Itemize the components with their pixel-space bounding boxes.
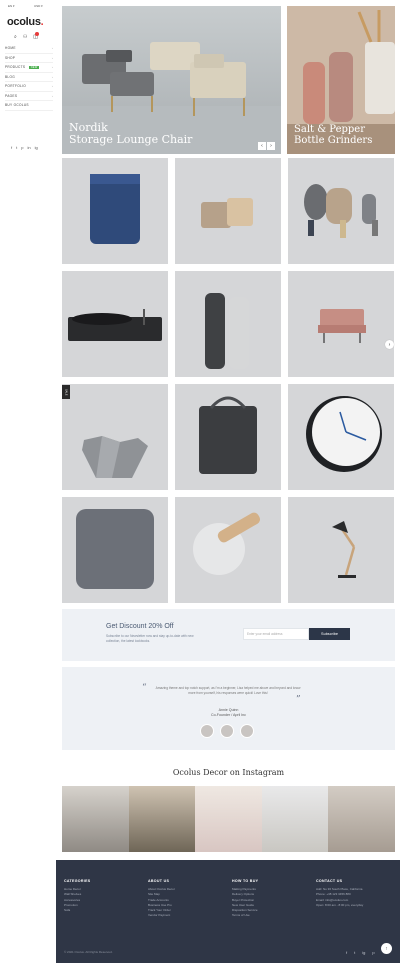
menu-item-products[interactable]: Products NEW › [5, 63, 53, 73]
linkedin-icon[interactable]: in [27, 145, 30, 150]
bag-image [199, 396, 257, 474]
footer-col-about: ABOUT US About Ocolus Decor Site Map Tra… [148, 879, 175, 918]
next-arrow-icon[interactable]: › [267, 142, 275, 150]
instagram-icon[interactable]: ig [362, 950, 365, 955]
newsletter-subtitle: Subscribe to our Newsletter now and stay… [106, 634, 194, 643]
grinders-dark-image [205, 293, 249, 369]
testimonial-section: “ Amazing theme and top notch support, a… [62, 667, 395, 750]
footer-col-categories: CATEGORIES Home Decor Wall Shelves Acces… [64, 879, 91, 913]
logo[interactable]: ocolus. [7, 16, 44, 28]
header-icons: ⌕ ⚇ ◫ [14, 32, 40, 40]
footer-link[interactable]: Sofa [64, 908, 91, 913]
hook-image [193, 512, 261, 575]
newsletter-title: Get Discount 20% Off [106, 623, 174, 630]
cart-icon[interactable]: ◫ [33, 32, 40, 40]
instagram-photo[interactable] [328, 786, 395, 852]
language-selector[interactable]: EN ▾ [8, 4, 15, 8]
turntable-image [68, 309, 162, 341]
quote-close-icon: ” [296, 695, 301, 705]
product-tile-grinders[interactable] [175, 271, 281, 377]
copyright: © 2021 Ocolus. All Rights Reserved. [64, 950, 113, 954]
cart-badge [35, 32, 40, 36]
avatar[interactable] [200, 724, 214, 738]
currency-selector[interactable]: USD ▾ [34, 4, 43, 8]
avatar[interactable] [220, 724, 234, 738]
hero-banner-lounge-chair[interactable]: Nordik Storage Lounge Chair ‹ › [62, 6, 281, 154]
footer-link[interactable]: Terms of Use [232, 913, 258, 918]
instagram-photo[interactable] [195, 786, 262, 852]
footer-col-how-to-buy: HOW TO BUY Making Payments Delivery Opti… [232, 879, 259, 918]
twitter-icon[interactable]: t [354, 950, 355, 955]
menu-item-portfolio[interactable]: Portfolio › [5, 82, 53, 92]
main-menu: Home › Shop › Products NEW › Blog › Portfolio… [5, 44, 53, 111]
instagram-icon[interactable]: ig [35, 145, 38, 150]
bench-image [318, 309, 366, 343]
search-icon[interactable]: ⌕ [14, 34, 17, 40]
email-input[interactable]: Enter your email address [243, 628, 309, 640]
sidebar: EN ▾ USD ▾ ocolus. ⌕ ⚇ ◫ Home › Shop › Pro… [0, 0, 56, 860]
user-icon[interactable]: ⚇ [23, 34, 27, 40]
quote-open-icon: “ [142, 683, 147, 693]
instagram-gallery [62, 786, 395, 852]
lamp-image [332, 521, 356, 578]
product-tile-turntable[interactable] [62, 271, 168, 377]
basket-image [90, 174, 140, 244]
instagram-photo[interactable] [261, 786, 329, 852]
product-grid: SALE [62, 158, 395, 603]
product-tile-lamp[interactable] [288, 497, 394, 603]
menu-item-home[interactable]: Home › [5, 44, 53, 54]
twitter-icon[interactable]: t [16, 145, 17, 150]
mirrors-image [304, 184, 378, 238]
testimonial-author: Annie Quinn Co-Founder / April Inc [211, 708, 246, 717]
hero-title-right: Salt & Pepper Bottle Grinders [294, 124, 373, 146]
testimonial-text: Amazing theme and top notch support, as … [155, 686, 301, 695]
hero-title-left: Nordik Storage Lounge Chair [69, 121, 193, 146]
pinterest-icon[interactable]: p [372, 950, 374, 955]
clock-image [306, 396, 382, 472]
menu-item-buy[interactable]: Buy Ocolus [5, 101, 53, 111]
product-tile-basket[interactable] [62, 158, 168, 264]
instagram-photo[interactable] [62, 786, 129, 852]
facebook-icon[interactable]: f [346, 950, 347, 955]
instagram-title: Ocolus Decor on Instagram [172, 768, 285, 777]
instagram-photo[interactable] [128, 786, 196, 852]
footer-social: f t ig p [346, 950, 375, 955]
product-tile-hook[interactable] [175, 497, 281, 603]
avatar[interactable] [240, 724, 254, 738]
origami-vase-image [82, 436, 148, 478]
prev-arrow-icon[interactable]: ‹ [258, 142, 266, 150]
cushion-image [76, 509, 154, 589]
pinterest-icon[interactable]: p [21, 145, 23, 150]
product-tile-boxes[interactable] [175, 158, 281, 264]
menu-item-shop[interactable]: Shop › [5, 54, 53, 63]
main-content: Nordik Storage Lounge Chair ‹ › Salt & Pe… [62, 6, 395, 603]
product-tile-bag[interactable] [175, 384, 281, 490]
product-tile-origami-vase[interactable]: SALE [62, 384, 168, 490]
product-tile-mirrors[interactable] [288, 158, 394, 264]
product-tile-cushion[interactable] [62, 497, 168, 603]
menu-item-pages[interactable]: Pages › [5, 92, 53, 101]
new-badge: NEW [29, 66, 40, 70]
product-tile-bench[interactable] [288, 271, 394, 377]
hero-banner-grinders[interactable]: Salt & Pepper Bottle Grinders [287, 6, 395, 154]
newsletter-section: Get Discount 20% Off Subscribe to our Ne… [62, 609, 395, 661]
sale-tag: SALE [62, 385, 70, 399]
footer-col-contact: CONTACT US Add: No 36 South Place, Calif… [316, 879, 364, 907]
hero-banners: Nordik Storage Lounge Chair ‹ › Salt & Pe… [62, 6, 395, 154]
sidebar-social: f t p in ig [11, 145, 38, 150]
hero-arrows: ‹ › [258, 142, 275, 150]
footer: CATEGORIES Home Decor Wall Shelves Acces… [56, 860, 400, 963]
boxes-image [201, 198, 253, 228]
back-to-top-button[interactable]: ↑ [381, 943, 392, 954]
footer-link[interactable]: Vendor Payment [148, 913, 175, 918]
facebook-icon[interactable]: f [11, 145, 12, 150]
slide-next-button[interactable]: › [385, 340, 394, 349]
testimonial-avatars [200, 724, 254, 738]
subscribe-button[interactable]: Subscribe [309, 628, 350, 640]
product-tile-clock[interactable] [288, 384, 394, 490]
menu-item-blog[interactable]: Blog › [5, 73, 53, 82]
